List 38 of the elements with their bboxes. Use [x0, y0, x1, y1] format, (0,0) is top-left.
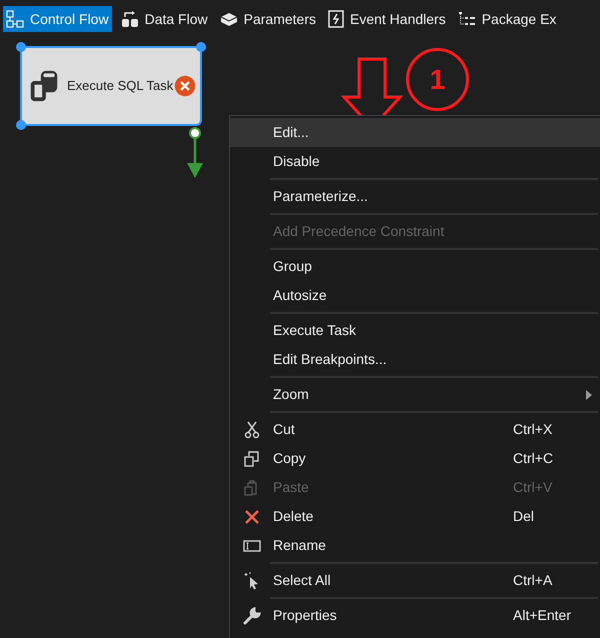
tab[interactable]: Data Flow [118, 6, 211, 32]
scissors-icon [244, 420, 260, 438]
tab[interactable]: Parameters [216, 6, 319, 32]
connector-arrow[interactable] [185, 127, 205, 179]
menu-item[interactable]: Autosize [230, 281, 600, 310]
menu-item[interactable]: Copy Ctrl+C [230, 444, 600, 473]
resize-handle[interactable] [196, 42, 206, 52]
box-icon [220, 10, 238, 28]
menu-item[interactable]: Disable [230, 147, 600, 176]
rename-icon [242, 540, 260, 552]
menu-item[interactable]: Select All Ctrl+A [230, 566, 600, 595]
tab[interactable]: Package Ex [454, 6, 560, 32]
wrench-icon [242, 606, 260, 624]
menu-item[interactable]: Cut Ctrl+X [230, 415, 600, 444]
resize-handle[interactable] [16, 120, 26, 130]
error-icon [174, 75, 196, 97]
menu-item[interactable]: Execute Task [230, 316, 600, 345]
task-title: Execute SQL Task [67, 77, 174, 96]
menu-item[interactable]: Edit... [230, 118, 600, 147]
close-icon [244, 508, 260, 524]
menu-item[interactable]: Delete Del [230, 502, 600, 531]
menu-item[interactable]: Zoom [230, 380, 600, 409]
tab[interactable]: Event Handlers [324, 6, 449, 32]
tab[interactable]: Control Flow [3, 6, 112, 32]
copy-icon [244, 450, 260, 466]
cursor-sparkle-icon [244, 572, 260, 590]
resize-handle[interactable] [16, 42, 26, 52]
menu-item[interactable]: Group [230, 252, 600, 281]
tree-list-icon [458, 10, 476, 28]
paste-icon [244, 480, 260, 496]
cylinders-icon [120, 10, 139, 28]
menu-item[interactable]: Rename [230, 531, 600, 560]
menu-item[interactable]: Edit Breakpoints... [230, 345, 600, 374]
menu-item[interactable]: Parameterize... [230, 182, 600, 211]
flow-diagram-icon [6, 10, 24, 28]
menu-item[interactable]: Properties Alt+Enter [230, 601, 600, 630]
lightning-document-icon [328, 10, 344, 28]
submenu-arrow-icon [586, 390, 592, 400]
